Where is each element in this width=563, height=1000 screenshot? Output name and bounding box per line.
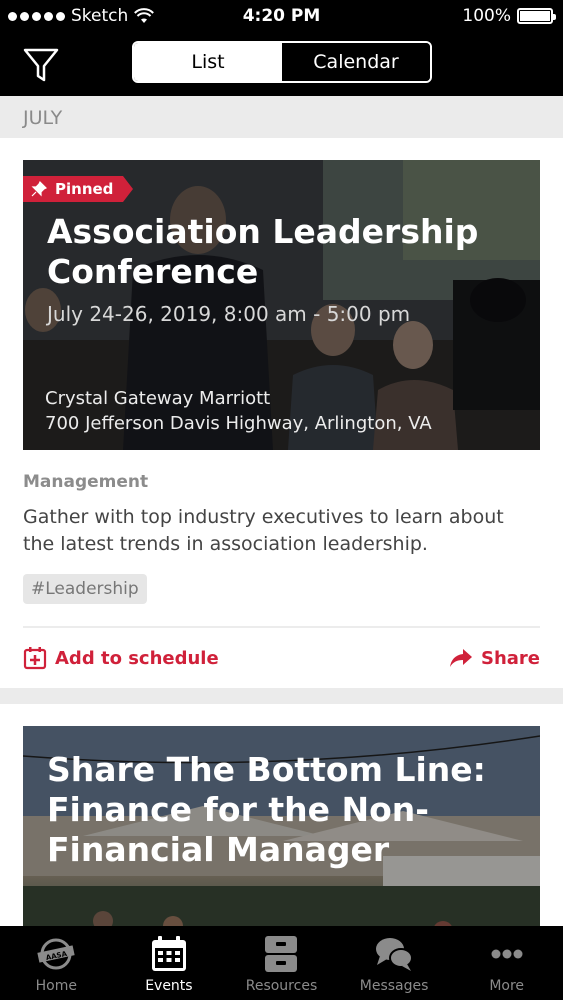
add-to-schedule-button[interactable]: Add to schedule — [23, 646, 219, 670]
event-venue: Crystal Gateway Marriott — [45, 388, 271, 409]
event-tag[interactable]: #Leadership — [23, 574, 147, 604]
event-title[interactable]: Association Leadership Conference — [47, 212, 507, 292]
share-label: Share — [480, 647, 540, 669]
pin-icon — [31, 181, 47, 197]
tab-events-label: Events — [145, 978, 193, 994]
event-hero-image[interactable]: Share The Bottom Line: Finance for the N… — [23, 726, 540, 926]
calendar-add-icon — [23, 647, 47, 670]
pinned-badge: Pinned — [23, 176, 134, 202]
calendar-icon — [151, 936, 186, 971]
event-description: Gather with top industry executives to l… — [23, 506, 504, 555]
status-bar: Sketch 4:20 PM 100% — [0, 0, 563, 34]
event-address: 700 Jefferson Davis Highway, Arlington, … — [45, 413, 432, 434]
filter-icon[interactable] — [22, 46, 60, 84]
aasa-logo-icon: AASA — [37, 938, 75, 970]
list-tab[interactable]: List — [134, 43, 282, 81]
battery-icon — [517, 8, 556, 24]
tab-messages[interactable]: Messages — [338, 926, 451, 1000]
chat-bubbles-icon — [376, 938, 414, 971]
event-date: July 24-26, 2019, 8:00 am - 5:00 pm — [47, 302, 411, 326]
battery-info: 100% — [462, 6, 556, 26]
add-to-schedule-label: Add to schedule — [55, 647, 219, 669]
event-title[interactable]: Share The Bottom Line: Finance for the N… — [47, 750, 527, 870]
tab-bar: AASA Home Events Resources Messages More — [0, 926, 563, 1000]
event-location: Crystal Gateway Marriott 700 Jefferson D… — [45, 386, 432, 436]
battery-percent: 100% — [462, 6, 511, 26]
view-toggle: List Calendar — [132, 41, 432, 83]
tab-events[interactable]: Events — [113, 926, 226, 1000]
pinned-label: Pinned — [55, 180, 114, 198]
event-category: Management — [23, 472, 149, 492]
tab-resources[interactable]: Resources — [225, 926, 338, 1000]
calendar-tab[interactable]: Calendar — [282, 43, 430, 81]
tab-more[interactable]: More — [450, 926, 563, 1000]
month-header: JULY — [0, 96, 563, 138]
tab-home[interactable]: AASA Home — [0, 926, 113, 1000]
tab-more-label: More — [489, 978, 525, 994]
tab-messages-label: Messages — [359, 978, 429, 994]
share-icon — [449, 649, 472, 667]
card-separator — [0, 688, 563, 704]
tab-home-label: Home — [35, 978, 77, 994]
event-actions: Add to schedule Share — [23, 628, 540, 688]
event-card[interactable]: Share The Bottom Line: Finance for the N… — [0, 704, 563, 926]
event-list[interactable]: JULY Pinned Association Leadership Confe… — [0, 96, 563, 926]
share-button[interactable]: Share — [449, 646, 540, 670]
more-dots-icon — [491, 949, 523, 959]
nav-bar: List Calendar — [0, 34, 563, 96]
event-card[interactable]: Pinned Association Leadership Conference… — [0, 138, 563, 688]
tab-resources-label: Resources — [245, 978, 318, 994]
cabinet-icon — [265, 936, 298, 972]
event-hero-image[interactable]: Pinned Association Leadership Conference… — [23, 160, 540, 450]
